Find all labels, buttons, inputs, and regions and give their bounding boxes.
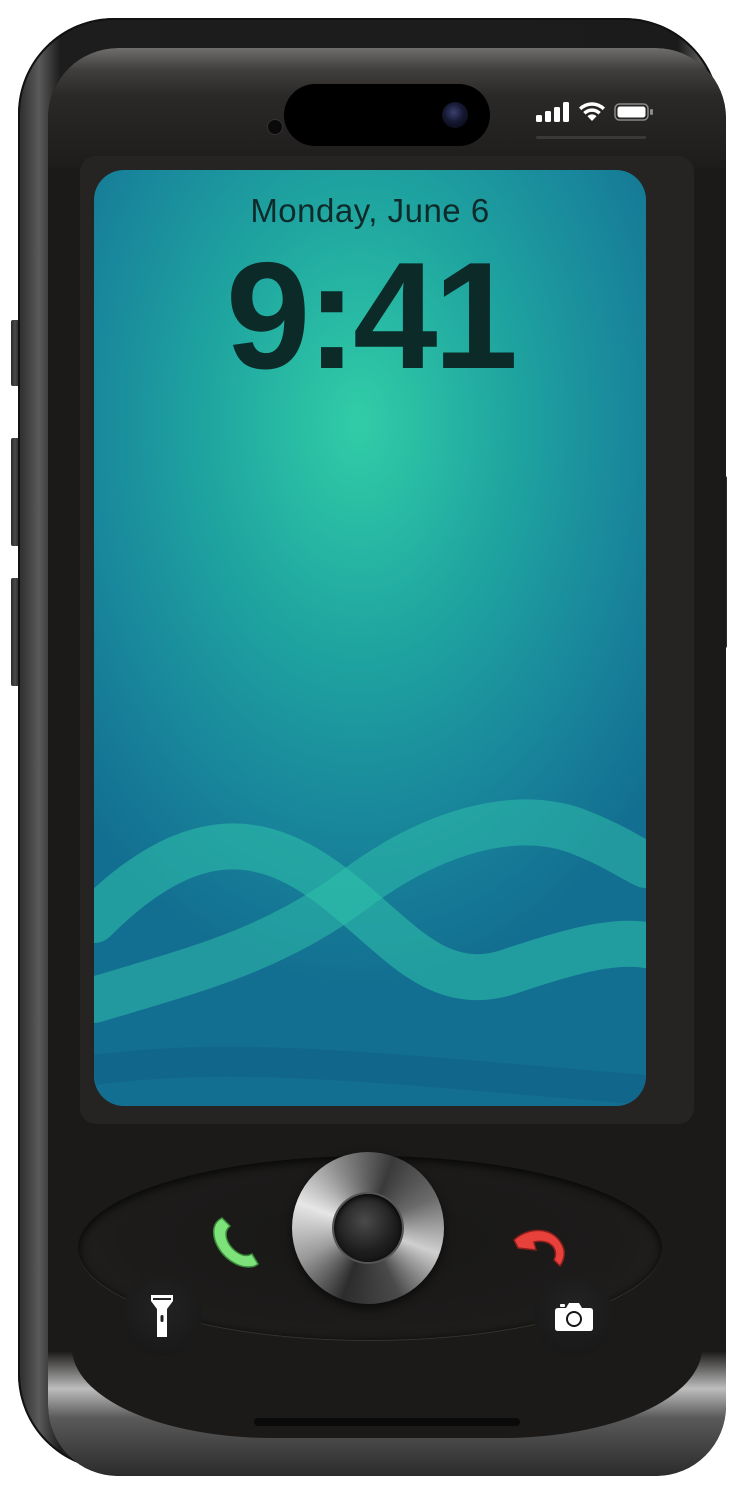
lock-screen-date: Monday, June 6 — [250, 192, 490, 229]
cellular-signal-icon — [536, 102, 569, 122]
end-call-button[interactable] — [500, 1206, 576, 1282]
flashlight-icon — [151, 1295, 173, 1337]
phone-call-icon — [212, 1217, 259, 1268]
proximity-sensor — [268, 120, 282, 134]
home-indicator[interactable] — [254, 1418, 520, 1426]
nav-center-button[interactable] — [334, 1194, 402, 1262]
wifi-icon — [579, 102, 605, 121]
wallpaper-waves — [94, 799, 646, 1105]
lock-screen-time: 9:41 — [225, 231, 518, 401]
phone-frame: Monday, June 6 9:41 — [18, 18, 726, 1476]
speaker-grille — [536, 136, 646, 139]
phone-end-call-icon — [513, 1229, 565, 1268]
phone-body: Monday, June 6 9:41 — [48, 48, 726, 1476]
call-button[interactable] — [196, 1206, 272, 1282]
dynamic-island — [284, 84, 490, 146]
navigation-pad[interactable] — [292, 1152, 444, 1304]
camera-button[interactable] — [534, 1276, 614, 1356]
status-bar — [536, 100, 654, 124]
front-camera-icon — [442, 102, 468, 128]
battery-icon — [614, 103, 653, 121]
camera-icon — [555, 1303, 593, 1331]
lock-screen[interactable]: Monday, June 6 9:41 — [94, 170, 646, 1106]
flashlight-button[interactable] — [122, 1276, 202, 1356]
